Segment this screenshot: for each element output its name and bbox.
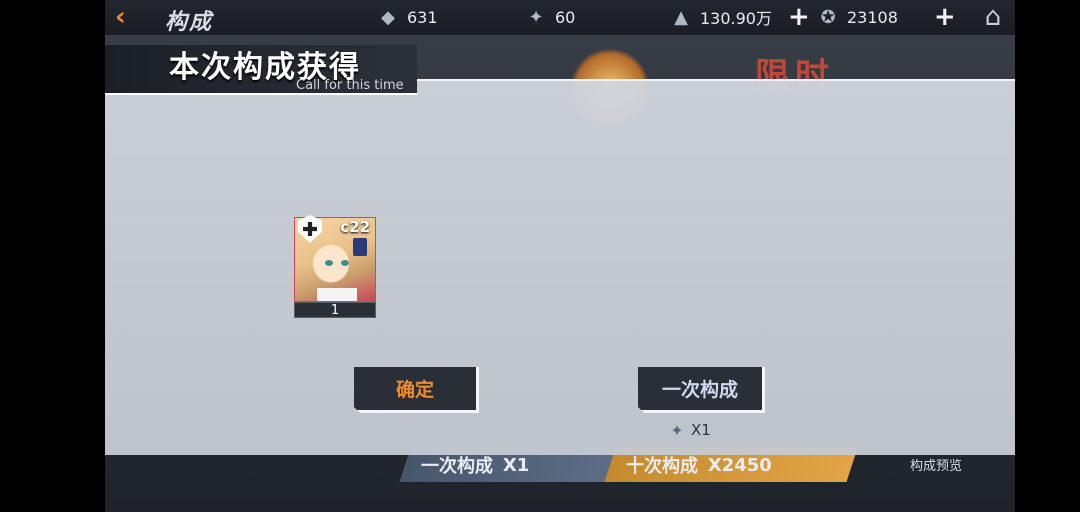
- resource-core: ✦ 60: [525, 5, 575, 29]
- character-count: 1: [294, 302, 376, 318]
- resource-core-value: 60: [555, 7, 576, 27]
- core-icon: ✦: [528, 6, 544, 28]
- portrait-eye-right: [341, 260, 349, 266]
- resource-oil: ▲ 130.90万 +: [670, 4, 810, 30]
- top-bar: ‹ 构成 ◆ 631 ✦ 60 ▲ 130.90万 + ✪ 23108 + ⌂: [105, 0, 1015, 36]
- result-character-card[interactable]: c22 1: [294, 215, 376, 318]
- resource-diamond-value: 631: [407, 7, 438, 27]
- diamond-icon: ◆: [381, 6, 395, 28]
- portrait-bow: [353, 238, 367, 256]
- resource-star: ✪ 23108 +: [817, 4, 956, 30]
- home-icon[interactable]: ⌂: [979, 3, 1007, 31]
- single-build-cost: ✦ X1: [667, 420, 711, 440]
- page-title: 构成: [165, 10, 214, 35]
- add-oil-button[interactable]: +: [788, 4, 810, 30]
- modal-subtitle: Call for this time: [296, 78, 404, 93]
- resource-star-value: 23108: [847, 7, 898, 27]
- core-icon: ✦: [670, 420, 684, 440]
- resource-oil-value: 130.90万: [700, 9, 772, 28]
- resource-diamond: ◆ 631: [377, 5, 438, 29]
- back-arrow-icon[interactable]: ‹: [115, 4, 139, 30]
- character-rank: c22: [340, 218, 370, 236]
- confirm-button[interactable]: 确定: [354, 367, 479, 413]
- portrait-collar: [317, 288, 357, 301]
- portrait-eye-left: [325, 260, 333, 266]
- build-result-modal: c22 1 确定 一次构成 ✦ X1: [105, 79, 1015, 455]
- background-single-build-cost: X1: [503, 454, 530, 476]
- background-ten-build-cost: X2450: [708, 454, 772, 476]
- build-preview-link: 构成预览: [910, 459, 963, 474]
- oil-icon: ▲: [674, 6, 688, 28]
- background-ten-build-label: 十次构成: [626, 456, 698, 477]
- single-build-button[interactable]: 一次构成: [638, 367, 765, 413]
- star-icon: ✪: [820, 6, 836, 28]
- game-screen: 限时 ‹ 构成 ◆ 631 ✦ 60 ▲ 130.90万 + ✪ 23108 +…: [105, 0, 1015, 512]
- add-star-button[interactable]: +: [934, 4, 956, 30]
- single-build-cost-value: X1: [691, 421, 711, 439]
- background-single-build-label: 一次构成: [421, 456, 493, 477]
